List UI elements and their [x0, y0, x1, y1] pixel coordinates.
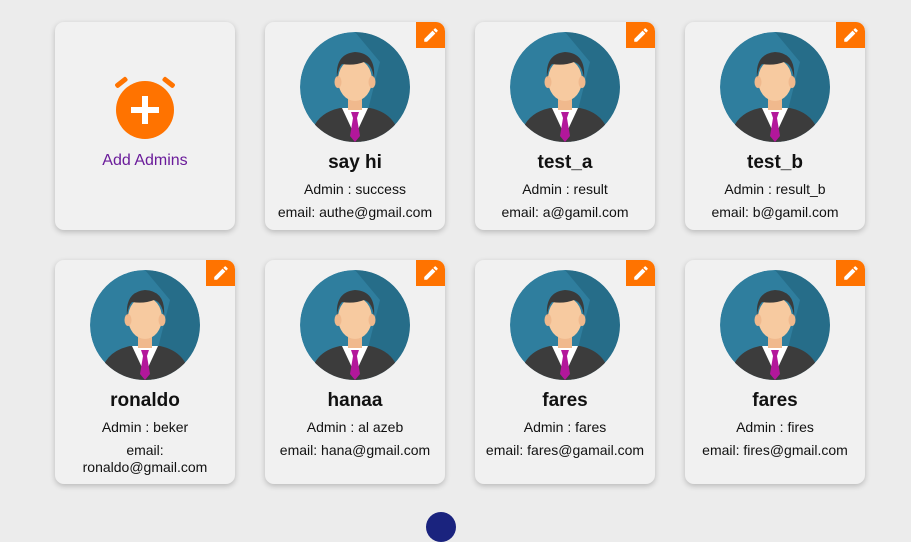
admin-email: email: hana@gmail.com [279, 442, 431, 458]
admin-card: hanaa Admin : al azeb email: hana@gmail.… [265, 260, 445, 484]
user-avatar-icon [90, 270, 200, 380]
admin-role: Admin : result [522, 181, 608, 197]
admin-card: test_a Admin : result email: a@gamil.com [475, 22, 655, 230]
admin-card: say hi Admin : success email: authe@gmai… [265, 22, 445, 230]
admin-email: email: a@gamil.com [501, 204, 629, 220]
edit-button[interactable] [416, 22, 445, 48]
pencil-icon [632, 264, 650, 282]
admin-name: hanaa [327, 390, 383, 411]
admin-name: fares [542, 390, 588, 411]
add-admins-label[interactable]: Add Admins [55, 152, 235, 170]
user-avatar-icon [720, 270, 830, 380]
admin-card: fares Admin : fares email: fares@gamail.… [475, 260, 655, 484]
edit-button[interactable] [206, 260, 235, 286]
admin-name: ronaldo [110, 390, 180, 411]
edit-button[interactable] [416, 260, 445, 286]
edit-button[interactable] [836, 22, 865, 48]
pencil-icon [212, 264, 230, 282]
pencil-icon [842, 264, 860, 282]
edit-button[interactable] [626, 260, 655, 286]
admin-email: email: b@gamil.com [711, 204, 839, 220]
pencil-icon [422, 26, 440, 44]
admin-name: test_b [747, 152, 803, 173]
admin-role: Admin : result_b [724, 181, 826, 197]
user-avatar-icon [510, 32, 620, 142]
alarm-add-icon[interactable] [112, 74, 178, 140]
admin-card: ronaldo Admin : beker email: ronaldo@gma… [55, 260, 235, 484]
pencil-icon [632, 26, 650, 44]
edit-button[interactable] [836, 260, 865, 286]
admin-role: Admin : success [304, 181, 406, 197]
pencil-icon [422, 264, 440, 282]
user-avatar-icon [300, 32, 410, 142]
admin-role: Admin : fares [523, 419, 607, 435]
floating-action-button[interactable] [426, 512, 456, 542]
admin-email: email: ronaldo@gmail.com [82, 442, 208, 475]
edit-button[interactable] [626, 22, 655, 48]
admin-role: Admin : fires [736, 419, 814, 435]
pencil-icon [842, 26, 860, 44]
admin-email: email: authe@gmail.com [277, 204, 433, 220]
admin-card: fares Admin : fires email: fires@gmail.c… [685, 260, 865, 484]
admin-role: Admin : beker [101, 419, 189, 435]
add-admins-card[interactable]: Add Admins [55, 22, 235, 230]
admin-name: say hi [328, 152, 382, 173]
admin-role: Admin : al azeb [306, 419, 404, 435]
admin-email: email: fires@gmail.com [702, 442, 848, 458]
user-avatar-icon [510, 270, 620, 380]
user-avatar-icon [300, 270, 410, 380]
admin-email: email: fares@gamail.com [485, 442, 645, 458]
user-avatar-icon [720, 32, 830, 142]
admin-name: fares [752, 390, 798, 411]
admin-name: test_a [537, 152, 593, 173]
admin-card: test_b Admin : result_b email: b@gamil.c… [685, 22, 865, 230]
admins-grid: Add Admins say hi Admin : success email:… [55, 22, 865, 484]
